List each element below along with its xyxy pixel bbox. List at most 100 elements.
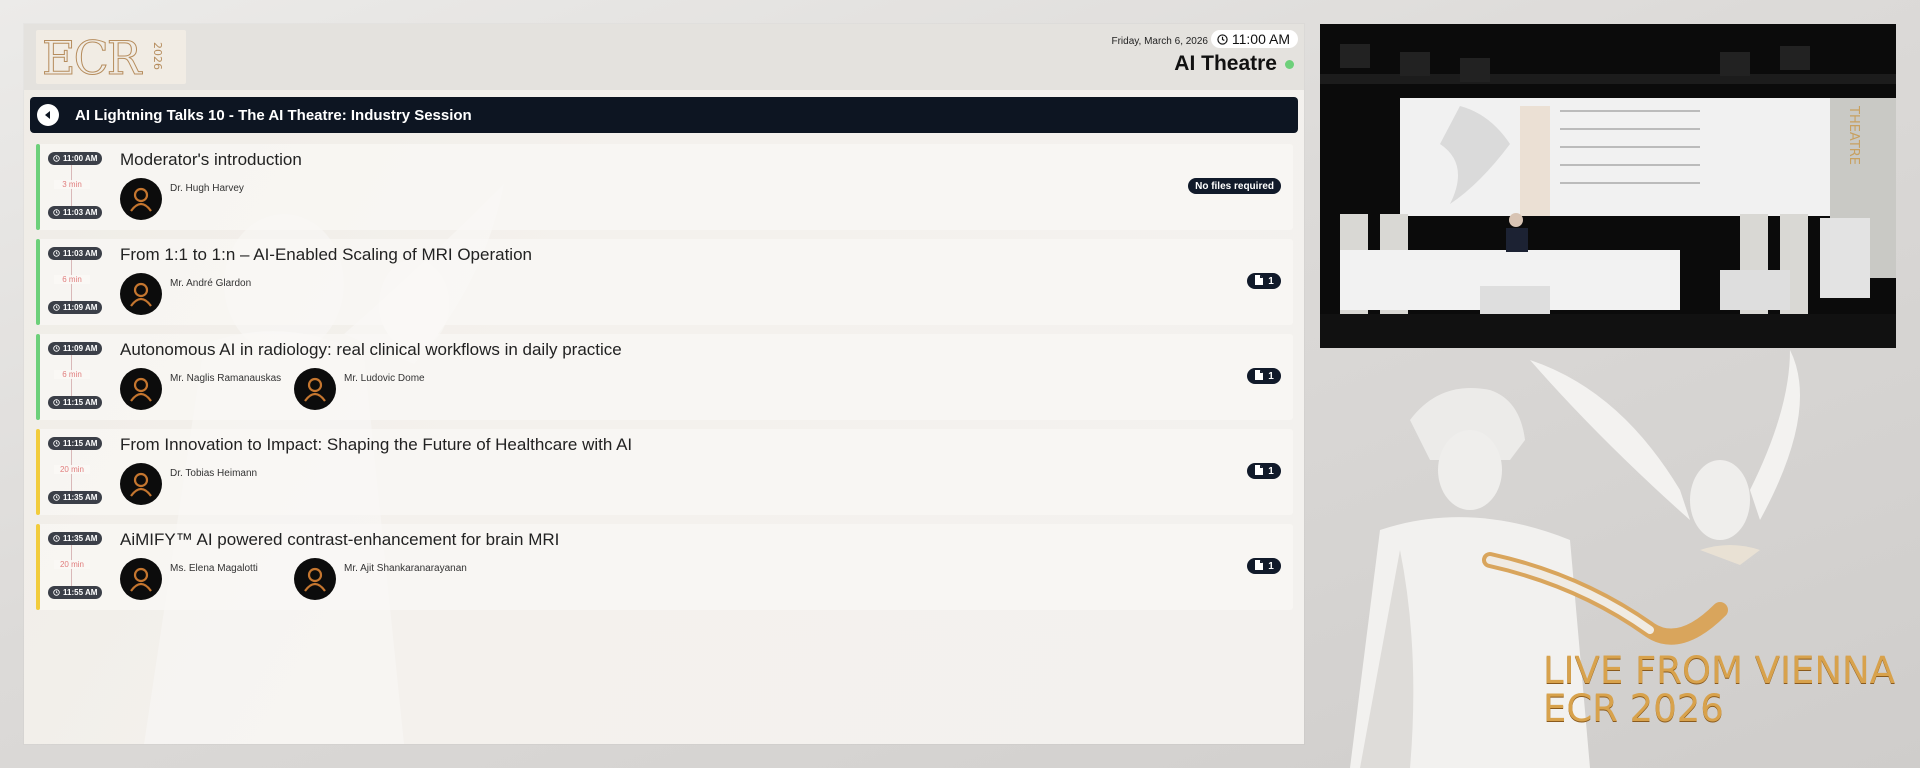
files-button[interactable]: 1 bbox=[1247, 558, 1281, 574]
talk-start-time: 11:15 AM bbox=[48, 437, 103, 450]
clock-icon bbox=[1217, 33, 1228, 45]
room-name: AI Theatre bbox=[1174, 52, 1294, 76]
current-time-text: 11:00 AM bbox=[1231, 31, 1290, 47]
talk-duration: 20 min bbox=[54, 560, 90, 569]
avatar-icon bbox=[120, 368, 162, 410]
talk-start-time-text: 11:35 AM bbox=[63, 534, 98, 543]
talk-status-bar bbox=[36, 239, 40, 325]
talk-status-bar bbox=[36, 334, 40, 420]
speaker[interactable]: Mr. Ajit Shankaranarayanan bbox=[294, 558, 467, 600]
document-icon bbox=[1254, 274, 1264, 288]
talk-end-time: 11:55 AM bbox=[48, 586, 103, 599]
speaker-name: Ms. Elena Magalotti bbox=[170, 563, 258, 574]
ecr-2026-logo-graphic: ECR 2026 bbox=[42, 31, 165, 86]
talk-title: AiMIFY™ AI powered contrast-enhancement … bbox=[120, 530, 560, 549]
files-button[interactable]: 1 bbox=[1247, 273, 1281, 289]
talk-start-time-text: 11:15 AM bbox=[63, 439, 98, 448]
clock-icon bbox=[53, 399, 60, 406]
avatar-icon bbox=[120, 273, 162, 315]
speaker-name: Mr. Ludovic Dome bbox=[344, 373, 425, 384]
live-from-vienna-overlay: LIVE FROM VIENNA ECR 2026 bbox=[1543, 652, 1895, 728]
speaker[interactable]: Ms. Elena Magalotti bbox=[120, 558, 258, 600]
talk-status-bar bbox=[36, 429, 40, 515]
document-icon bbox=[1254, 369, 1264, 383]
avatar-icon bbox=[294, 368, 336, 410]
clock-icon bbox=[53, 345, 60, 352]
clock-icon bbox=[53, 589, 60, 596]
avatar-icon bbox=[294, 558, 336, 600]
talk-duration: 3 min bbox=[54, 180, 90, 189]
speaker[interactable]: Dr. Tobias Heimann bbox=[120, 463, 257, 505]
ecr-logo: ECR 2026 bbox=[36, 30, 186, 86]
files-count: 1 bbox=[1268, 370, 1274, 382]
files-count: 1 bbox=[1268, 465, 1274, 477]
speaker-name: Dr. Hugh Harvey bbox=[170, 183, 244, 194]
speaker-name: Dr. Tobias Heimann bbox=[170, 468, 258, 479]
talk-start-time-text: 11:09 AM bbox=[63, 344, 98, 353]
talk-start-time: 11:09 AM bbox=[48, 342, 103, 355]
talk-start-time-text: 11:03 AM bbox=[63, 249, 98, 258]
document-icon bbox=[1254, 559, 1264, 573]
talk-item[interactable]: 11:09 AM 6 min 11:15 AM Autonomous AI in… bbox=[36, 334, 1293, 420]
files-button[interactable]: 1 bbox=[1247, 368, 1281, 384]
speaker[interactable]: Mr. Naglis Ramanauskas bbox=[120, 368, 281, 410]
talk-end-time-text: 11:03 AM bbox=[63, 208, 98, 217]
schedule-panel: ECR 2026 Friday, March 6, 2026 11:00 AM … bbox=[24, 24, 1304, 744]
avatar-icon bbox=[120, 463, 162, 505]
document-icon bbox=[1254, 464, 1264, 478]
clock-icon bbox=[53, 209, 60, 216]
talk-start-time: 11:35 AM bbox=[48, 532, 103, 545]
clock-icon bbox=[53, 250, 60, 257]
stage-video-frame: THEATRE bbox=[1320, 24, 1896, 348]
speaker-name: Mr. Ajit Shankaranarayanan bbox=[344, 563, 467, 574]
talk-start-time: 11:03 AM bbox=[48, 247, 103, 260]
overlay-line-2: ECR 2026 bbox=[1543, 687, 1724, 730]
files-count: 1 bbox=[1268, 275, 1274, 287]
talk-start-time-text: 11:00 AM bbox=[63, 154, 98, 163]
talk-item[interactable]: 11:03 AM 6 min 11:09 AM From 1:1 to 1:n … bbox=[36, 239, 1293, 325]
talk-end-time-text: 11:35 AM bbox=[63, 493, 98, 502]
talk-duration: 20 min bbox=[54, 465, 90, 474]
talk-title: Moderator's introduction bbox=[120, 150, 302, 169]
talk-item[interactable]: 11:00 AM 3 min 11:03 AM Moderator's intr… bbox=[36, 144, 1293, 230]
clock-icon bbox=[53, 155, 60, 162]
back-arrow-icon bbox=[45, 111, 50, 119]
speaker[interactable]: Dr. Hugh Harvey bbox=[120, 178, 244, 220]
talk-title: From 1:1 to 1:n – AI-Enabled Scaling of … bbox=[120, 245, 532, 264]
room-name-text: AI Theatre bbox=[1174, 52, 1277, 75]
talk-end-time-text: 11:09 AM bbox=[63, 303, 98, 312]
back-button[interactable] bbox=[37, 104, 59, 126]
talk-duration: 6 min bbox=[54, 370, 90, 379]
current-date: Friday, March 6, 2026 bbox=[1111, 36, 1208, 47]
speaker[interactable]: Mr. Ludovic Dome bbox=[294, 368, 425, 410]
talk-item[interactable]: 11:15 AM 20 min 11:35 AM From Innovation… bbox=[36, 429, 1293, 515]
talk-end-time: 11:15 AM bbox=[48, 396, 103, 409]
overlay-line-1: LIVE FROM VIENNA bbox=[1543, 649, 1896, 692]
talk-end-time: 11:09 AM bbox=[48, 301, 103, 314]
talk-title: From Innovation to Impact: Shaping the F… bbox=[120, 435, 633, 454]
live-video-stream[interactable]: THEATRE bbox=[1320, 24, 1896, 348]
talk-end-time: 11:03 AM bbox=[48, 206, 103, 219]
speaker[interactable]: Mr. André Glardon bbox=[120, 273, 251, 315]
talk-item[interactable]: 11:35 AM 20 min 11:55 AM AiMIFY™ AI powe… bbox=[36, 524, 1293, 610]
clock-icon bbox=[53, 304, 60, 311]
files-button[interactable]: 1 bbox=[1247, 463, 1281, 479]
no-files-badge: No files required bbox=[1188, 178, 1281, 194]
clock-icon bbox=[53, 494, 60, 501]
talk-title: Autonomous AI in radiology: real clinica… bbox=[120, 340, 622, 359]
talk-duration: 6 min bbox=[54, 275, 90, 284]
talk-end-time-text: 11:55 AM bbox=[63, 588, 98, 597]
talk-start-time: 11:00 AM bbox=[48, 152, 103, 165]
live-status-indicator bbox=[1285, 59, 1294, 69]
current-time: 11:00 AM bbox=[1210, 30, 1298, 48]
svg-text:2026: 2026 bbox=[151, 42, 164, 70]
talk-end-time: 11:35 AM bbox=[48, 491, 103, 504]
talk-status-bar bbox=[36, 524, 40, 610]
header-bar: ECR 2026 Friday, March 6, 2026 11:00 AM … bbox=[24, 24, 1304, 90]
speaker-name: Mr. André Glardon bbox=[170, 278, 252, 289]
clock-icon bbox=[53, 440, 60, 447]
svg-text:ECR: ECR bbox=[42, 31, 143, 84]
speaker-name: Mr. Naglis Ramanauskas bbox=[170, 373, 282, 384]
avatar-icon bbox=[120, 558, 162, 600]
talk-end-time-text: 11:15 AM bbox=[63, 398, 98, 407]
